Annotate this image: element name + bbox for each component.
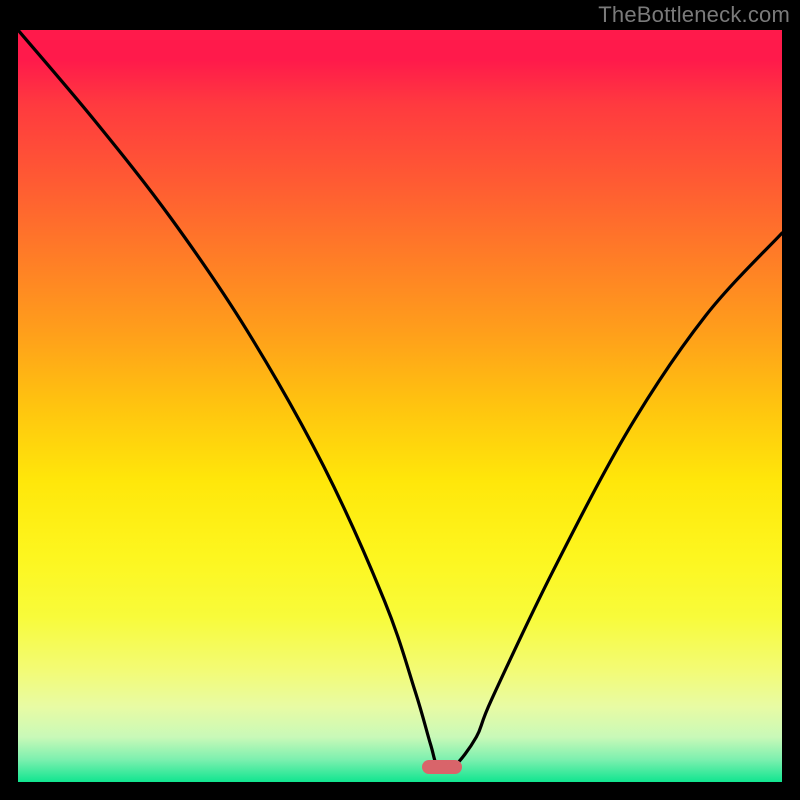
optimal-point-marker [422, 760, 462, 774]
bottleneck-curve [18, 30, 782, 782]
chart-frame: TheBottleneck.com [0, 0, 800, 800]
watermark-text: TheBottleneck.com [598, 2, 790, 28]
plot-area [18, 30, 782, 782]
